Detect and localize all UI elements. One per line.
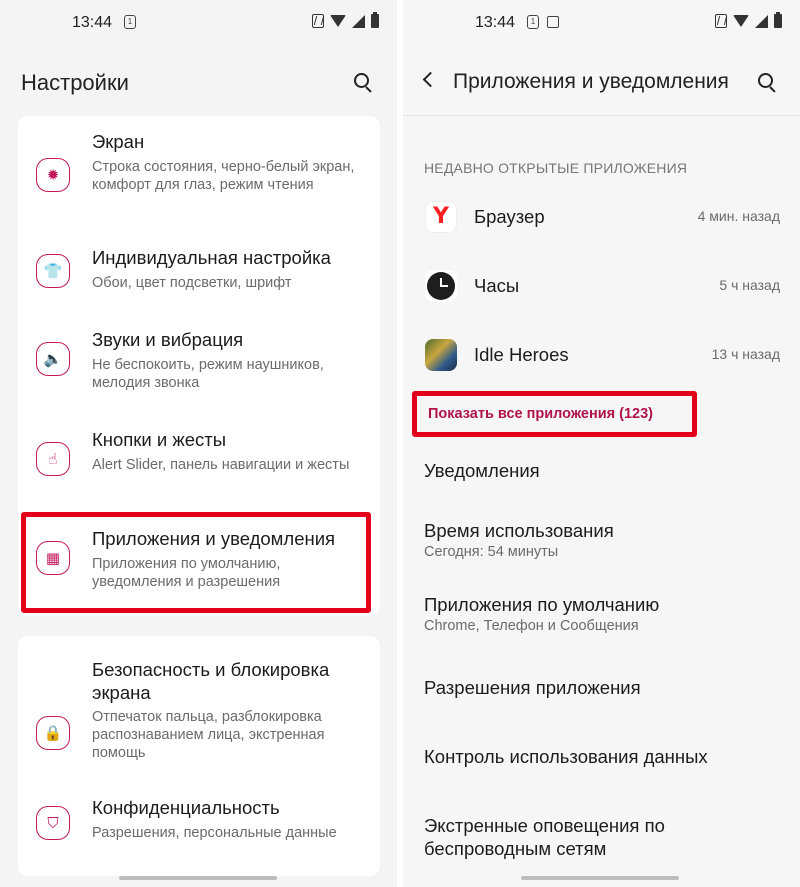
image-notification-icon (547, 16, 559, 28)
menu-item-title: Контроль использования данных (424, 746, 708, 767)
menu-item-title: Экстренные оповещения по беспроводным се… (424, 815, 665, 859)
settings-screen: 13:44 1 Настройки ✹ Экран Строка состоян… (0, 0, 397, 887)
status-icons (715, 12, 782, 28)
app-name: Браузер (474, 206, 545, 227)
highlight-box (412, 391, 697, 437)
settings-item-title: Индивидуальная настройка (92, 247, 331, 268)
settings-item-subtitle: Строка состояния, черно-белый экран, ком… (92, 159, 355, 193)
search-icon[interactable] (353, 72, 375, 94)
status-icons (312, 12, 379, 28)
settings-item-title: Кнопки и жесты (92, 429, 227, 450)
settings-item-subtitle: Отпечаток пальца, разблокировка распозна… (92, 709, 325, 761)
settings-item-title: Конфиденциальность (92, 797, 280, 818)
settings-item-display[interactable]: ✹ Экран Строка состояния, черно-белый эк… (18, 128, 380, 218)
menu-item-title: Уведомления (424, 460, 540, 481)
cellular-signal-icon (352, 14, 365, 28)
app-last-used: 13 ч назад (711, 346, 780, 362)
settings-item-security[interactable]: 🔒 Безопасность и блокировка экрана Отпеч… (18, 658, 380, 768)
tshirt-icon: 👕 (36, 254, 70, 288)
nfc-icon (312, 14, 324, 28)
page-title: Приложения и уведомления (453, 70, 729, 93)
settings-item-subtitle: Alert Slider, панель навигации и жесты (92, 457, 350, 473)
gesture-icon: ☝ (36, 442, 70, 476)
settings-item-subtitle: Не беспокоить, режим наушников, мелодия … (92, 357, 324, 391)
nfc-icon (715, 14, 727, 28)
section-header: НЕДАВНО ОТКРЫТЫЕ ПРИЛОЖЕНИЯ (424, 160, 688, 176)
status-time: 13:44 (72, 14, 113, 31)
menu-item-default-apps[interactable]: Приложения по умолчанию Chrome, Телефон … (424, 593, 784, 634)
app-name: Часы (474, 275, 520, 296)
brightness-icon: ✹ (36, 158, 70, 192)
wifi-icon (733, 15, 749, 27)
gesture-navigation-bar[interactable] (119, 876, 277, 880)
recent-app-idle-heroes[interactable]: Idle Heroes 13 ч назад (403, 336, 800, 376)
status-bar: 13:44 1 (0, 12, 397, 34)
settings-item-sound[interactable]: 🔈 Звуки и вибрация Не беспокоить, режим … (18, 326, 380, 396)
apps-notifications-screen: 13:44 1 Приложения и уведомления НЕДАВНО… (403, 0, 800, 887)
notification-indicator-icon: 1 (527, 15, 539, 29)
yandex-browser-icon: Y (425, 201, 457, 233)
search-icon[interactable] (757, 72, 779, 94)
app-last-used: 4 мин. назад (697, 208, 780, 224)
wifi-icon (330, 15, 346, 27)
settings-item-privacy[interactable]: ⛉ Конфиденциальность Разрешения, персона… (18, 796, 380, 856)
settings-item-title: Экран (92, 131, 145, 152)
recent-app-browser[interactable]: Y Браузер 4 мин. назад (403, 198, 800, 238)
settings-item-subtitle: Обои, цвет подсветки, шрифт (92, 275, 292, 291)
clock-icon (425, 270, 457, 302)
settings-item-title: Звуки и вибрация (92, 329, 244, 350)
page-title: Настройки (21, 70, 129, 95)
gesture-navigation-bar[interactable] (521, 876, 679, 880)
lock-icon: 🔒 (36, 716, 70, 750)
settings-item-title: Безопасность и блокировка экрана (92, 659, 330, 703)
settings-item-personalization[interactable]: 👕 Индивидуальная настройка Обои, цвет по… (18, 244, 380, 304)
idle-heroes-icon (425, 339, 457, 371)
menu-item-title: Приложения по умолчанию (424, 594, 660, 615)
menu-item-subtitle: Chrome, Телефон и Сообщения (424, 618, 639, 634)
status-time: 13:44 (475, 14, 516, 31)
settings-card: 🔒 Безопасность и блокировка экрана Отпеч… (18, 636, 380, 876)
settings-item-buttons-gestures[interactable]: ☝ Кнопки и жесты Alert Slider, панель на… (18, 426, 380, 496)
status-bar: 13:44 1 (403, 12, 800, 34)
menu-item-title: Разрешения приложения (424, 677, 641, 698)
menu-item-notifications[interactable]: Уведомления (424, 459, 784, 482)
menu-item-title: Время использования (424, 520, 614, 541)
recent-app-clock[interactable]: Часы 5 ч назад (403, 267, 800, 307)
privacy-shield-icon: ⛉ (36, 806, 70, 840)
menu-item-data-usage[interactable]: Контроль использования данных (424, 745, 784, 768)
menu-item-emergency-alerts[interactable]: Экстренные оповещения по беспроводным се… (424, 814, 740, 860)
menu-item-screen-time[interactable]: Время использования Сегодня: 54 минуты (424, 519, 784, 560)
header-divider (403, 115, 800, 116)
battery-icon (774, 12, 782, 28)
notification-indicator-icon: 1 (124, 15, 136, 29)
highlight-box (21, 512, 371, 613)
speaker-icon: 🔈 (36, 342, 70, 376)
settings-item-subtitle: Разрешения, персональные данные (92, 825, 337, 841)
back-arrow-icon[interactable] (422, 71, 439, 88)
menu-item-subtitle: Сегодня: 54 минуты (424, 544, 559, 560)
app-name: Idle Heroes (474, 344, 569, 365)
app-last-used: 5 ч назад (719, 277, 780, 293)
menu-item-app-permissions[interactable]: Разрешения приложения (424, 676, 784, 699)
cellular-signal-icon (755, 14, 768, 28)
battery-icon (371, 12, 379, 28)
